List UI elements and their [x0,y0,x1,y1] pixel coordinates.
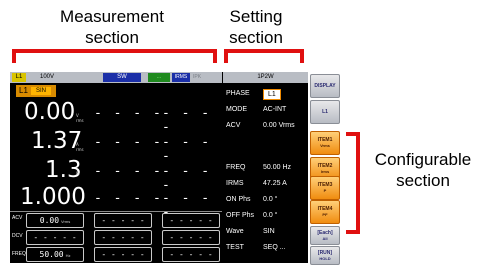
softkey-sublabel: Vrms [320,143,330,148]
setting-key: IRMS [226,180,244,187]
softkey-label: L1 [322,109,328,115]
setting-row-wave[interactable]: Wave SIN [223,224,308,239]
setting-row-off-phs[interactable]: OFF Phs 0.0 ° [223,208,308,223]
channel-badge: L1 [12,73,26,82]
phase-tab[interactable]: L1 SIN [16,85,56,97]
item1-softkey[interactable]: ITEM1 Vrms [310,131,340,155]
setting-value[interactable]: L1 [263,89,281,100]
row-label-freq: FREQ [12,251,26,257]
setting-value: 0.00 Vrms [263,122,295,129]
setting-row-mode[interactable]: MODE AC-INT [223,102,308,117]
item3-softkey[interactable]: ITEM3 P [310,176,340,200]
setting-key: ON Phs [226,196,251,203]
status-indicator-irms: IRMS [172,73,190,82]
l1-softkey[interactable]: L1 [310,100,340,124]
status-indicator-ipk: IPK [193,74,202,80]
setting-key: MODE [226,106,247,113]
mode-indicator: SW [103,73,141,82]
softkey-label: [RUN] [317,249,333,256]
measurement-value: 1.37 [31,128,83,154]
measurement-dashes: - - - - [94,164,163,179]
freq-value: 50.00 [39,250,64,259]
setting-key: PHASE [226,90,250,97]
softkey-sublabel: P [323,188,327,193]
softkey-sublabel: HOLD [319,255,331,261]
measurement-value: 1.3 [45,157,82,183]
freq-other-box-1: - - - - - [94,247,152,262]
setting-value: 0.0 ° [263,212,278,219]
setting-value: SEQ ... [263,244,286,251]
configurable-bracket [346,132,360,234]
measurement-row-3: 1.3 W - - - - - - - - [10,157,222,193]
measurement-dashes: - - - - [94,135,163,150]
freq-value-box: 50.00 Hz [26,247,84,262]
each-all-softkey[interactable]: [Each] All [310,226,340,245]
dcv-other-box-2: - - - - - [162,230,220,245]
setting-key: ACV [226,122,241,129]
setting-value: SIN [263,228,275,235]
softkey-label: [Each] [317,229,333,236]
status-bar: L1 100V SW ... IRMS IPK [10,72,222,83]
freq-other-box-2: - - - - - [162,247,220,262]
setting-bracket [224,49,304,63]
measurement-bracket [12,49,217,63]
setting-key: TEST [226,244,244,251]
measurement-row-1: 0.00 V rms - - - - - - - - [10,99,222,135]
softkey-label: DISPLAY [314,83,336,89]
measurement-dashes: - - - - [94,106,163,121]
setting-header: 1P2W [223,72,308,83]
divider [10,211,222,212]
device-screen: L1 100V SW ... IRMS IPK L1 SIN 0.00 V rm… [10,72,308,263]
setting-key: OFF Phs [226,212,255,219]
phase-tab-label: L1 [19,86,28,95]
setting-row-acv[interactable]: ACV 0.00 Vrms [223,118,308,133]
row-label-dcv: DCV [12,233,23,239]
display-softkey[interactable]: DISPLAY [310,74,340,98]
measurement-unit: W [76,171,80,176]
acv-unit: Vrms [61,219,71,224]
measurement-dashes: - - - - [94,191,163,206]
softkey-sublabel: PF [322,212,328,217]
configurable-section-callout: Configurable section [374,150,472,190]
setting-key: FREQ [226,164,246,171]
setting-key: Wave [226,228,244,235]
acv-other-box-1: - - - - - [94,213,152,228]
softkey-sublabel: All [322,235,328,241]
freq-unit: Hz [65,253,71,258]
acv-other-box-2: - - - - - [162,213,220,228]
setting-row-irms[interactable]: IRMS 47.25 A [223,176,308,191]
setting-row-phase[interactable]: PHASE L1 [223,86,308,101]
measurement-value: 1.000 [20,184,86,210]
dcv-value-box: - - - - - [26,230,84,245]
row-label-acv: ACV [12,215,23,221]
setting-value: 47.25 A [263,180,287,187]
measurement-section-callout: Measurement section [60,7,164,47]
setting-row-freq[interactable]: FREQ 50.00 Hz [223,160,308,175]
acv-value: 0.00 [39,216,60,225]
measurement-unit: A rms [76,142,84,152]
softkey-sublabel: Irms [320,169,330,174]
dcv-other-box-1: - - - - - [94,230,152,245]
measurement-value: 0.00 [24,99,76,125]
setting-value: 0.0 ° [263,196,278,203]
measurement-unit: V rms [76,113,84,123]
setting-row-test[interactable]: TEST SEQ ... [223,240,308,255]
setting-value: 50.00 Hz [263,164,292,171]
run-hold-softkey[interactable]: [RUN] HOLD [310,246,340,265]
phase-tab-mode: SIN [31,87,51,95]
measurement-row-2: 1.37 A rms - - - - - - - - [10,128,222,164]
setting-value: AC-INT [263,106,287,113]
measurement-row-4: 1.000 - - - - - - - - [10,184,222,220]
setting-section-callout: Setting section [229,7,283,47]
status-indicator-1: ... [148,73,170,82]
setting-row-on-phs[interactable]: ON Phs 0.0 ° [223,192,308,207]
item4-softkey[interactable]: ITEM4 PF [310,200,340,224]
voltage-range: 100V [40,74,55,80]
setting-panel: PHASE L1 MODE AC-INT ACV 0.00 Vrms FREQ … [223,84,308,263]
acv-value-box: 0.00 Vrms [26,213,84,228]
